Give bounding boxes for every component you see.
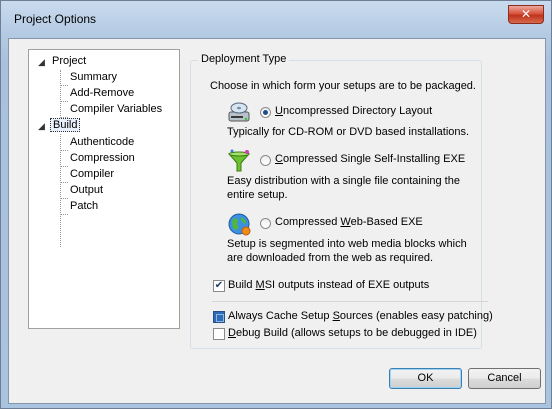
tree-item-label: Compiler (70, 168, 115, 180)
disk-drive-icon (228, 102, 250, 122)
deployment-intro: Choose in which form your setups are to … (210, 80, 476, 92)
compressed-web-exe-description: Setup is segmented into web media blocks… (227, 238, 467, 264)
compressed-single-exe-radio[interactable] (260, 155, 271, 166)
compressed-web-exe-label[interactable]: Compressed Web-Based EXE (275, 216, 423, 228)
build-msi-label[interactable]: Build MSI outputs instead of EXE outputs (228, 279, 429, 291)
dialog-body: ◢ Project Summary Add-Remove Compiler Va… (8, 38, 546, 404)
funnel-icon (227, 149, 251, 172)
tree-item-label: Compiler Variables (70, 103, 163, 115)
debug-build-checkbox[interactable] (213, 328, 225, 340)
tree-item-add-remove[interactable]: Add-Remove (68, 87, 136, 99)
options-tree[interactable]: ◢ Project Summary Add-Remove Compiler Va… (28, 49, 180, 329)
tree-item-label: Compression (70, 152, 135, 164)
ok-button[interactable]: OK (389, 368, 462, 389)
uncompressed-radio[interactable] (260, 107, 271, 118)
window-title: Project Options (14, 12, 97, 26)
tree-item-compiler-variables[interactable]: Compiler Variables (68, 103, 164, 115)
compressed-single-exe-label[interactable]: Compressed Single Self-Installing EXE (275, 153, 465, 165)
tree-item-patch[interactable]: Patch (68, 200, 100, 212)
cache-setup-sources-label[interactable]: Always Cache Setup Sources (enables easy… (228, 310, 493, 322)
build-msi-checkbox[interactable]: ✔ (213, 280, 225, 292)
cache-setup-sources-checkbox[interactable] (213, 311, 225, 323)
tree-expanded-icon[interactable]: ◢ (36, 122, 48, 131)
tree-item-summary[interactable]: Summary (68, 71, 119, 83)
tree-item-authenticode[interactable]: Authenticode (68, 136, 136, 148)
tree-item-label: Patch (70, 200, 99, 212)
cancel-button[interactable]: Cancel (468, 368, 541, 389)
tree-item-build[interactable]: ◢ Build (38, 118, 81, 132)
tree-item-compression[interactable]: Compression (68, 152, 137, 164)
uncompressed-label[interactable]: Uncompressed Directory Layout (275, 105, 432, 117)
group-title: Deployment Type (198, 53, 290, 65)
title-bar[interactable]: Project Options ✕ (1, 1, 551, 39)
tree-item-project[interactable]: ◢ Project (38, 55, 88, 67)
globe-icon (228, 213, 251, 236)
tree-item-label: Authenticode (70, 136, 135, 148)
debug-build-label[interactable]: Debug Build (allows setups to be debugge… (228, 327, 477, 339)
compressed-web-exe-radio[interactable] (260, 218, 271, 229)
tree-item-output[interactable]: Output (68, 184, 105, 196)
tree-expanded-icon[interactable]: ◢ (36, 58, 48, 67)
uncompressed-description: Typically for CD-ROM or DVD based instal… (227, 126, 470, 138)
tree-item-label: Build (50, 118, 81, 132)
close-button[interactable]: ✕ (508, 5, 544, 24)
tree-item-label: Summary (70, 71, 118, 83)
separator (212, 301, 488, 302)
tree-item-label: Project (52, 55, 87, 67)
tree-item-label: Add-Remove (70, 87, 135, 99)
tree-item-compiler[interactable]: Compiler (68, 168, 116, 180)
compressed-single-exe-description: Easy distribution with a single file con… (227, 175, 460, 201)
tree-item-label: Output (70, 184, 104, 196)
project-options-window: Project Options ✕ ◢ Project Summary Add-… (0, 0, 552, 409)
close-icon: ✕ (520, 7, 532, 21)
